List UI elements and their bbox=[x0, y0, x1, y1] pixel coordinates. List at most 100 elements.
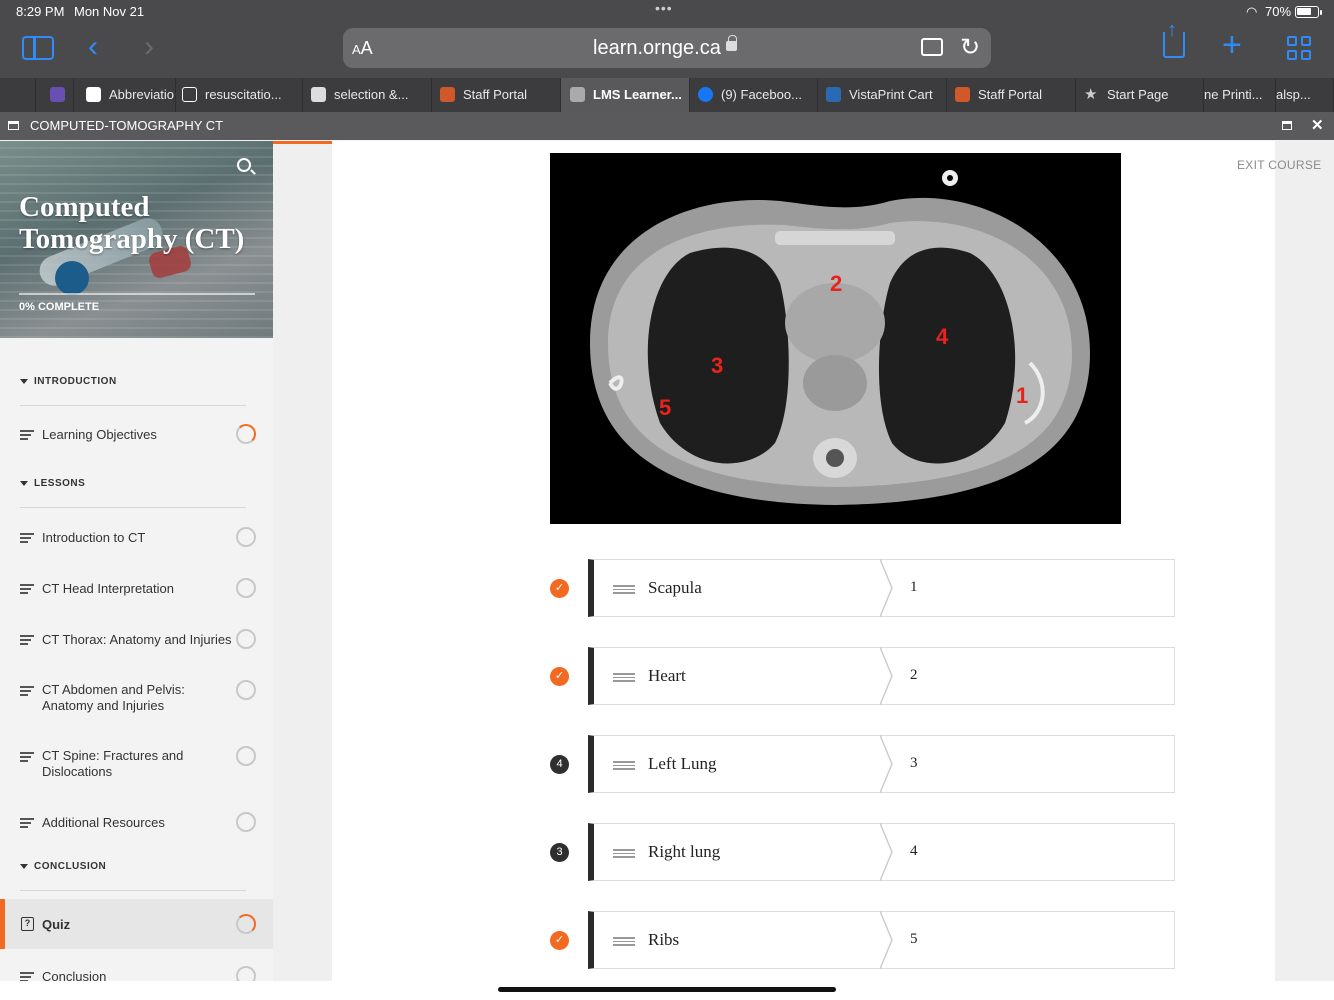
tab-6[interactable]: (9) Faceboo... bbox=[690, 78, 818, 112]
sidebar-toggle-icon[interactable] bbox=[22, 36, 54, 60]
favicon-icon bbox=[86, 86, 101, 102]
tab-1[interactable]: Abbreviatio bbox=[74, 78, 176, 112]
progress-ring-icon bbox=[236, 914, 256, 934]
close-window-icon[interactable]: ✕ bbox=[1311, 116, 1324, 134]
match-item-card[interactable]: Left Lung 3 bbox=[588, 735, 1175, 793]
course-title: Computed Tomography (CT) bbox=[19, 191, 245, 255]
reload-icon[interactable]: ↻ bbox=[960, 33, 980, 62]
match-item-label: Left Lung bbox=[648, 754, 717, 773]
course-window-title: COMPUTED-TOMOGRAPHY CT bbox=[30, 118, 224, 133]
lesson-icon bbox=[20, 533, 34, 543]
forward-button[interactable]: › bbox=[144, 30, 154, 64]
match-item-label: Right lung bbox=[648, 842, 721, 861]
battery-percent: 70% bbox=[1265, 4, 1292, 19]
match-item-label: Scapula bbox=[648, 578, 702, 597]
match-item-card[interactable]: Heart 2 bbox=[588, 647, 1175, 705]
status-time: 8:29 PM bbox=[16, 4, 65, 19]
section-conclusion[interactable]: CONCLUSION bbox=[20, 861, 246, 891]
tab-8[interactable]: Staff Portal bbox=[947, 78, 1076, 112]
favicon-icon bbox=[182, 86, 197, 102]
match-item-card[interactable]: Scapula 1 bbox=[588, 559, 1175, 617]
caret-down-icon bbox=[20, 378, 28, 384]
sidebar-item-ct-spine[interactable]: CT Spine: Fractures and Dislocations bbox=[0, 745, 273, 785]
favicon-icon bbox=[311, 86, 326, 102]
quiz-icon: ? bbox=[21, 917, 34, 931]
lesson-icon bbox=[20, 430, 34, 440]
correct-check-icon: ✓ bbox=[550, 931, 569, 950]
back-button[interactable]: ‹ bbox=[88, 30, 98, 64]
drag-handle-icon[interactable] bbox=[613, 761, 635, 772]
tab-11[interactable]: alsp... bbox=[1276, 78, 1334, 112]
exit-course-link[interactable]: EXIT COURSE bbox=[1237, 158, 1321, 172]
sidebar-item-additional-resources[interactable]: Additional Resources bbox=[0, 811, 273, 835]
match-item-label: Ribs bbox=[648, 930, 680, 949]
facebook-icon bbox=[698, 86, 713, 102]
sidebar-item-learning-objectives[interactable]: Learning Objectives bbox=[0, 423, 273, 447]
match-answer: 1 bbox=[910, 579, 918, 595]
tab-2[interactable]: resuscitatio... bbox=[176, 78, 303, 112]
search-icon[interactable] bbox=[237, 158, 251, 172]
status-circle-icon bbox=[236, 578, 256, 598]
course-window-bar: COMPUTED-TOMOGRAPHY CT ✕ bbox=[0, 112, 1334, 140]
status-circle-icon bbox=[236, 746, 256, 766]
course-progress-bar bbox=[19, 293, 255, 295]
sidebar-item-conclusion[interactable]: Conclusion bbox=[0, 965, 273, 981]
tab-overview-icon[interactable] bbox=[1287, 36, 1311, 60]
favicon-icon bbox=[955, 86, 970, 102]
favicon-icon bbox=[440, 86, 455, 102]
favicon-icon bbox=[50, 86, 65, 102]
tab-9[interactable]: ★ Start Page bbox=[1076, 78, 1204, 112]
reader-options-button[interactable]: AA bbox=[352, 38, 373, 59]
status-circle-icon bbox=[236, 629, 256, 649]
lesson-icon bbox=[20, 818, 34, 828]
status-circle-icon bbox=[236, 527, 256, 547]
ct-label-5: 5 bbox=[659, 395, 672, 420]
content-card: 1 2 3 4 5 ✓ Scapula 1 ✓ Heart 2 4 Left L… bbox=[332, 141, 1275, 981]
match-answer: 3 bbox=[910, 755, 918, 771]
tab-4[interactable]: Staff Portal bbox=[432, 78, 561, 112]
drag-handle-icon[interactable] bbox=[613, 849, 635, 860]
share-icon[interactable] bbox=[1163, 19, 1185, 58]
sidebar-item-ct-abdomen[interactable]: CT Abdomen and Pelvis: Anatomy and Injur… bbox=[0, 679, 273, 719]
tab-3[interactable]: selection &... bbox=[303, 78, 432, 112]
lock-icon bbox=[726, 35, 737, 51]
address-bar[interactable]: AA learn.ornge.ca ↻ bbox=[343, 28, 991, 68]
drag-handle-icon[interactable] bbox=[613, 585, 635, 596]
tab-pinned-2[interactable] bbox=[36, 78, 74, 112]
tab-7[interactable]: VistaPrint Cart bbox=[818, 78, 947, 112]
lesson-icon bbox=[20, 584, 34, 594]
wifi-icon: ◠ bbox=[1246, 4, 1258, 19]
new-tab-button[interactable]: + bbox=[1222, 26, 1242, 65]
lesson-icon bbox=[20, 972, 34, 981]
match-item-card[interactable]: Right lung 4 bbox=[588, 823, 1175, 881]
drag-handle-icon[interactable] bbox=[613, 937, 635, 948]
sidebar-item-ct-head[interactable]: CT Head Interpretation bbox=[0, 577, 273, 601]
match-answer: 2 bbox=[910, 667, 918, 683]
match-answer: 4 bbox=[910, 843, 918, 859]
match-divider bbox=[880, 823, 893, 881]
ct-thorax-image: 1 2 3 4 5 bbox=[550, 153, 1121, 524]
match-divider bbox=[880, 911, 893, 969]
sidebar-item-ct-thorax[interactable]: CT Thorax: Anatomy and Injuries bbox=[0, 628, 273, 652]
section-lessons[interactable]: LESSONS bbox=[20, 478, 246, 508]
section-introduction[interactable]: INTRODUCTION bbox=[20, 376, 246, 406]
restore-window-icon[interactable] bbox=[1282, 121, 1292, 130]
multitasking-dots-icon[interactable]: ••• bbox=[655, 0, 673, 16]
ct-label-3: 3 bbox=[711, 353, 724, 378]
tab-10[interactable]: ne Printi... bbox=[1204, 78, 1276, 112]
url-text[interactable]: learn.ornge.ca bbox=[593, 37, 721, 60]
close-tab-icon[interactable] bbox=[570, 86, 585, 102]
course-sidebar: Computed Tomography (CT) 0% COMPLETE INT… bbox=[0, 141, 273, 981]
tab-5-active[interactable]: LMS Learner... bbox=[561, 78, 690, 112]
correct-check-icon: ✓ bbox=[550, 579, 569, 598]
home-indicator[interactable] bbox=[498, 987, 836, 992]
tab-pinned[interactable] bbox=[0, 78, 36, 112]
drag-handle-icon[interactable] bbox=[613, 673, 635, 684]
match-row: 3 Right lung 4 bbox=[550, 823, 1175, 881]
match-item-card[interactable]: Ribs 5 bbox=[588, 911, 1175, 969]
match-item-label: Heart bbox=[648, 666, 686, 685]
extensions-icon[interactable] bbox=[921, 38, 943, 56]
sidebar-item-intro-ct[interactable]: Introduction to CT bbox=[0, 526, 273, 550]
favicon-icon bbox=[826, 86, 841, 102]
sidebar-item-quiz[interactable]: ? Quiz bbox=[0, 899, 273, 949]
